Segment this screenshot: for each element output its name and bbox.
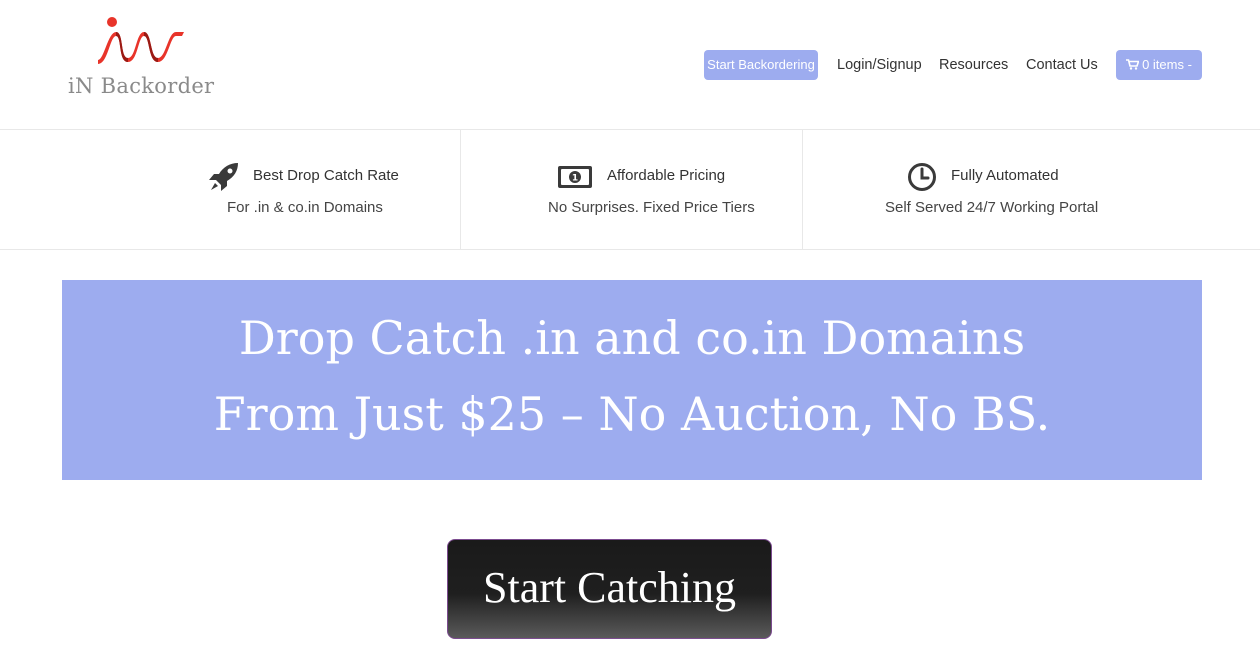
- resources-link[interactable]: Resources: [939, 50, 1008, 80]
- contact-us-link[interactable]: Contact Us: [1026, 50, 1098, 80]
- logo-mark-icon: [98, 17, 184, 64]
- feature-automated: Fully Automated Self Served 24/7 Working…: [803, 130, 1260, 250]
- hero-banner: Drop Catch .in and co.in Domains From Ju…: [62, 280, 1202, 480]
- cart-label: 0 items -: [1142, 57, 1192, 72]
- feature-title: Affordable Pricing: [607, 167, 726, 184]
- feature-title: Fully Automated: [951, 167, 1059, 184]
- start-backordering-button[interactable]: Start Backordering: [704, 50, 818, 80]
- features-strip: Best Drop Catch Rate For .in & co.in Dom…: [0, 130, 1260, 250]
- feature-pricing: 1 Affordable Pricing No Surprises. Fixed…: [461, 130, 802, 250]
- site-header: iN Backorder Start Backordering Login/Si…: [0, 0, 1260, 130]
- brand-name: iN Backorder: [68, 74, 215, 98]
- cart-button[interactable]: 0 items -: [1116, 50, 1202, 80]
- login-signup-link[interactable]: Login/Signup: [837, 50, 922, 80]
- shopping-cart-icon: [1126, 51, 1140, 81]
- feature-title: Best Drop Catch Rate: [253, 167, 399, 184]
- feature-subtitle: Self Served 24/7 Working Portal: [885, 199, 1099, 216]
- feature-drop-catch: Best Drop Catch Rate For .in & co.in Dom…: [0, 130, 460, 250]
- feature-subtitle: No Surprises. Fixed Price Tiers: [548, 199, 755, 216]
- brand-logo[interactable]: iN Backorder: [66, 14, 216, 104]
- svg-text:1: 1: [572, 174, 578, 184]
- feature-subtitle: For .in & co.in Domains: [227, 199, 383, 216]
- money-icon: 1: [557, 165, 593, 194]
- hero-headline: Drop Catch .in and co.in Domains: [238, 311, 1026, 365]
- hero-subheadline: From Just $25 – No Auction, No BS.: [213, 387, 1051, 441]
- rocket-icon: [208, 162, 240, 197]
- clock-icon: [907, 162, 937, 197]
- start-catching-button[interactable]: Start Catching: [447, 539, 772, 639]
